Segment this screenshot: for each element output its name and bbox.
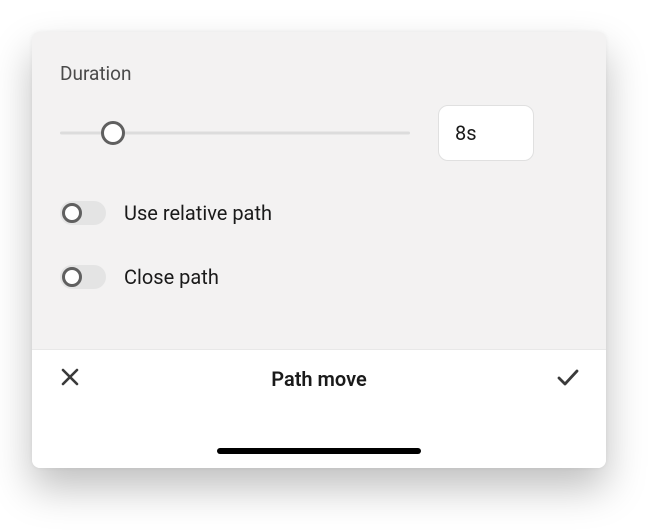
check-icon bbox=[556, 367, 580, 391]
duration-value-field[interactable]: 8s bbox=[438, 105, 534, 161]
close-icon bbox=[60, 367, 80, 391]
duration-slider-thumb[interactable] bbox=[101, 121, 125, 145]
use-relative-path-toggle[interactable] bbox=[60, 201, 106, 225]
use-relative-path-toggle-knob bbox=[62, 203, 82, 223]
relative-toggle-row: Use relative path bbox=[60, 201, 578, 225]
duration-value-text: 8s bbox=[455, 121, 477, 145]
duration-label: Duration bbox=[60, 62, 578, 85]
duration-row: 8s bbox=[60, 105, 578, 161]
close-path-toggle-knob bbox=[62, 267, 82, 287]
duration-slider[interactable] bbox=[60, 119, 410, 147]
footer-title: Path move bbox=[86, 367, 552, 391]
footer-bar: Path move bbox=[32, 350, 606, 408]
home-indicator[interactable] bbox=[217, 448, 421, 454]
content-area: Duration 8s Use relative path bbox=[32, 32, 606, 350]
footer: Path move bbox=[32, 349, 606, 468]
close-path-label: Close path bbox=[124, 265, 219, 289]
confirm-button[interactable] bbox=[552, 363, 584, 395]
close-toggle-row: Close path bbox=[60, 265, 578, 289]
use-relative-path-label: Use relative path bbox=[124, 201, 272, 225]
close-path-toggle[interactable] bbox=[60, 265, 106, 289]
cancel-button[interactable] bbox=[54, 363, 86, 395]
settings-panel: Duration 8s Use relative path bbox=[32, 32, 606, 468]
